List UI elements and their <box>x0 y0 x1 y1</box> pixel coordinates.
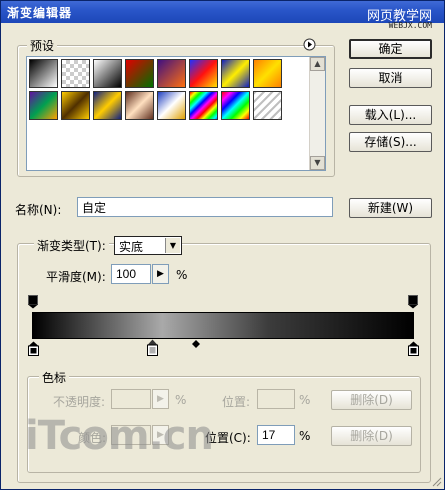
preset-swatch-blue-yellow-blue[interactable] <box>221 59 250 88</box>
color-midpoint-diamond-icon[interactable] <box>192 340 200 348</box>
delete-color-stop-button[interactable]: 删除(D) <box>331 426 412 446</box>
title-bar[interactable]: 渐变编辑器 网页教学网 <box>1 1 444 24</box>
name-label: 名称(N): <box>15 203 62 217</box>
scroll-up-arrow-icon[interactable]: ▲ <box>310 57 325 71</box>
preset-swatch-transparent-stripes[interactable] <box>253 91 282 120</box>
smoothness-input[interactable] <box>111 264 151 284</box>
smoothness-unit: % <box>176 268 188 282</box>
resize-grip-icon[interactable] <box>430 475 442 487</box>
opacity-location-input[interactable] <box>257 389 295 409</box>
opacity-slider-arrow-icon[interactable]: ▶ <box>152 389 169 409</box>
color-location-unit: % <box>299 429 311 443</box>
preset-swatch-orange-yellow[interactable] <box>253 59 282 88</box>
new-button[interactable]: 新建(W) <box>349 198 432 218</box>
opacity-label: 不透明度: <box>53 395 106 409</box>
presets-swatch-list: ▲ ▼ <box>26 56 326 171</box>
preset-swatch-white-black[interactable] <box>93 59 122 88</box>
preset-swatch-navy-gold[interactable] <box>93 91 122 120</box>
preset-swatch-chrome[interactable] <box>157 91 186 120</box>
watermark-logo: iTcom.cn <box>25 413 214 459</box>
ok-button[interactable]: 确定 <box>349 39 432 59</box>
color-stops-label: 色标 <box>39 369 70 386</box>
preset-swatch-transparent[interactable] <box>61 59 90 88</box>
save-button[interactable]: 存储(S)... <box>349 132 432 152</box>
gradient-editor-dialog: 渐变编辑器 网页教学网 WEBJX.COM 确定 取消 载入(L)... 存储(… <box>0 0 445 490</box>
watermark-url: WEBJX.COM <box>388 21 432 30</box>
preset-swatch-red-green[interactable] <box>125 59 154 88</box>
color-stop-black-right-icon[interactable] <box>408 341 419 356</box>
opacity-location-label: 位置: <box>222 395 251 409</box>
presets-label: 预设 <box>27 37 58 54</box>
color-location-input[interactable] <box>257 425 295 445</box>
load-button[interactable]: 载入(L)... <box>349 105 432 125</box>
opacity-stop-left-icon[interactable] <box>28 295 38 309</box>
opacity-input[interactable] <box>111 389 151 409</box>
preset-swatch-blue-red-yellow[interactable] <box>189 59 218 88</box>
preset-swatch-black-white[interactable] <box>29 59 58 88</box>
preset-swatch-rainbow[interactable] <box>221 91 250 120</box>
scroll-down-arrow-icon[interactable]: ▼ <box>310 156 325 170</box>
opacity-stop-right-icon[interactable] <box>408 295 418 309</box>
delete-opacity-stop-button[interactable]: 删除(D) <box>331 390 412 410</box>
preset-swatch-copper[interactable] <box>125 91 154 120</box>
gradient-type-label: 渐变类型(T): <box>34 237 109 254</box>
color-stop-gray-selected-icon[interactable] <box>147 339 158 356</box>
opacity-location-unit: % <box>299 393 311 407</box>
chevron-down-icon[interactable]: ▼ <box>165 238 180 253</box>
preset-swatch-violet-orange[interactable] <box>157 59 186 88</box>
gradient-preview-bar[interactable] <box>32 312 414 339</box>
cancel-button[interactable]: 取消 <box>349 68 432 88</box>
gradient-type-value: 实底 <box>119 240 144 254</box>
smoothness-label: 平滑度(M): <box>46 270 106 284</box>
gradient-type-select[interactable]: 实底 ▼ <box>114 236 182 255</box>
opacity-unit: % <box>175 393 187 407</box>
name-input[interactable] <box>77 197 333 217</box>
smoothness-slider-arrow-icon[interactable]: ▶ <box>152 264 169 284</box>
presets-scrollbar[interactable]: ▲ ▼ <box>309 57 325 170</box>
preset-swatch-spectrum-stripes[interactable] <box>189 91 218 120</box>
presets-menu-icon[interactable] <box>303 38 316 51</box>
window-title: 渐变编辑器 <box>7 6 73 20</box>
preset-swatch-violet-green-orange[interactable] <box>29 91 58 120</box>
preset-swatch-gold[interactable] <box>61 91 90 120</box>
color-stop-black-left-icon[interactable] <box>28 341 39 356</box>
